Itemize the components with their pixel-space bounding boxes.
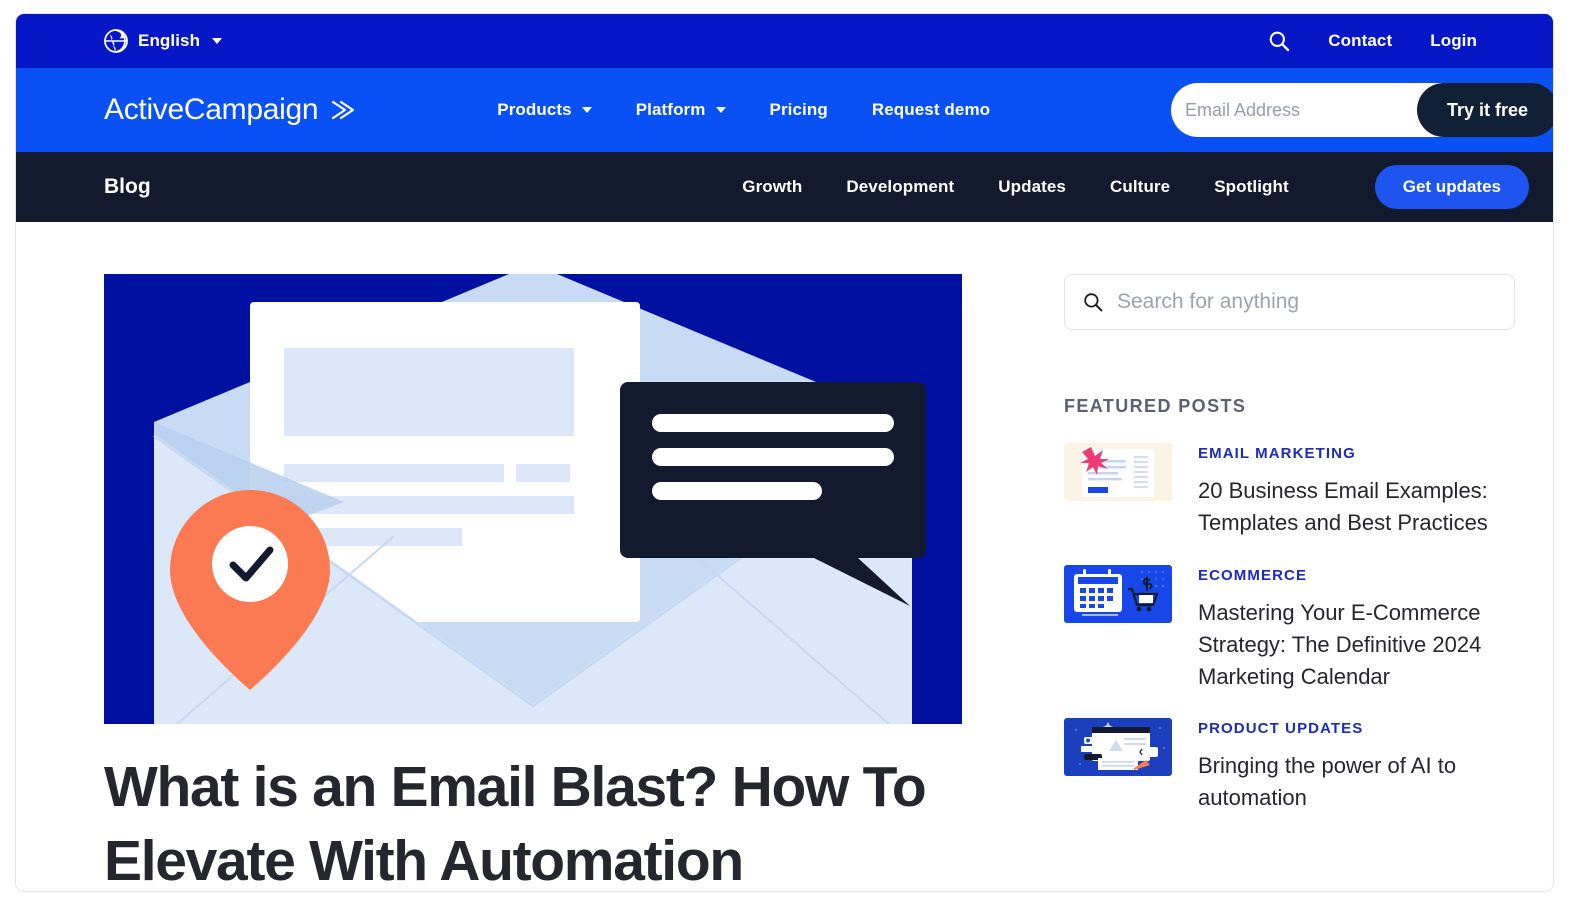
search-icon xyxy=(1084,293,1103,312)
post-headline: Bringing the power of AI to automation xyxy=(1198,753,1457,811)
activecampaign-logo[interactable]: ActiveCampaign xyxy=(104,93,355,127)
post-meta: PRODUCT UPDATES Bringing the power of AI… xyxy=(1198,718,1515,814)
blog-nav-item-development[interactable]: Development xyxy=(846,177,954,197)
utility-link-login[interactable]: Login xyxy=(1430,31,1477,51)
post-meta: ECOMMERCE Mastering Your E-Commerce Stra… xyxy=(1198,565,1515,693)
search-input[interactable] xyxy=(1117,290,1496,314)
sidebar: FEATURED POSTS xyxy=(962,274,1515,891)
list-item[interactable]: PRODUCT UPDATES Bringing the power of AI… xyxy=(1064,718,1515,814)
blog-nav-links: Growth Development Updates Culture Spotl… xyxy=(742,165,1529,209)
post-headline: 20 Business Email Examples: Templates an… xyxy=(1198,478,1488,535)
nav-item-label: Pricing xyxy=(769,100,828,119)
post-category: ECOMMERCE xyxy=(1198,566,1308,584)
primary-nav-links: Products Platform Pricing Request demo xyxy=(497,100,990,120)
language-selector[interactable]: English xyxy=(104,29,223,53)
page-title: What is an Email Blast? How To Elevate W… xyxy=(104,755,927,891)
email-envelope-illustration xyxy=(104,274,962,724)
post-meta: EMAIL MARKETING 20 Business Email Exampl… xyxy=(1198,443,1515,539)
nav-item-label: Request demo xyxy=(871,100,991,119)
chevron-down-icon xyxy=(715,107,726,113)
blog-nav-item-spotlight[interactable]: Spotlight xyxy=(1214,177,1289,197)
try-it-free-button[interactable]: Try it free xyxy=(1417,83,1553,137)
nav-item-label: Products xyxy=(497,100,572,119)
blog-nav-item-growth[interactable]: Growth xyxy=(742,177,802,197)
chevron-down-icon xyxy=(581,107,592,113)
blog-home-link[interactable]: Blog xyxy=(104,175,151,199)
blog-nav-item-culture[interactable]: Culture xyxy=(1110,177,1170,197)
nav-item-products[interactable]: Products xyxy=(497,100,592,120)
post-thumbnail xyxy=(1064,564,1172,623)
page-content: What is an Email Blast? How To Elevate W… xyxy=(16,222,1553,891)
nav-item-label: Platform xyxy=(635,100,706,119)
search-icon[interactable] xyxy=(1268,30,1290,52)
signup-form: Try it free xyxy=(1171,83,1553,137)
blog-nav-item-updates[interactable]: Updates xyxy=(998,177,1066,197)
post-headline: Mastering Your E-Commerce Strategy: The … xyxy=(1198,599,1482,689)
sidebar-search[interactable] xyxy=(1064,274,1515,330)
email-field[interactable] xyxy=(1185,99,1417,121)
globe-icon xyxy=(104,29,128,53)
logo-wordmark: ActiveCampaign xyxy=(104,93,319,126)
blog-navigation: Blog Growth Development Updates Culture … xyxy=(16,152,1553,222)
nav-item-request-demo[interactable]: Request demo xyxy=(872,100,990,120)
get-updates-button[interactable]: Get updates xyxy=(1374,165,1529,209)
chevron-double-right-icon xyxy=(332,100,355,120)
article-column: What is an Email Blast? How To Elevate W… xyxy=(104,274,962,891)
post-category: PRODUCT UPDATES xyxy=(1198,720,1364,738)
ecommerce-calendar-cart-icon xyxy=(1064,564,1172,623)
post-thumbnail xyxy=(1064,443,1172,501)
chevron-down-icon xyxy=(212,38,223,44)
post-category: EMAIL MARKETING xyxy=(1198,445,1356,462)
nav-item-pricing[interactable]: Pricing xyxy=(770,100,828,120)
featured-posts-heading: FEATURED POSTS xyxy=(1064,396,1247,416)
list-item[interactable]: EMAIL MARKETING 20 Business Email Exampl… xyxy=(1064,443,1515,539)
post-thumbnail xyxy=(1064,718,1172,777)
utility-bar-right: Contact Login xyxy=(1268,30,1477,52)
list-item[interactable]: ECOMMERCE Mastering Your E-Commerce Stra… xyxy=(1064,564,1515,693)
nav-item-platform[interactable]: Platform xyxy=(636,100,726,120)
language-label: English xyxy=(138,31,201,50)
page-frame: English Contact Login ActiveCampaign Pro… xyxy=(16,14,1553,891)
primary-navigation: ActiveCampaign Products Platform Pricing… xyxy=(16,68,1553,152)
article-hero-illustration xyxy=(104,274,962,724)
ai-automation-dashboard-icon xyxy=(1064,718,1172,777)
utility-bar: English Contact Login xyxy=(16,14,1553,68)
utility-link-contact[interactable]: Contact xyxy=(1328,31,1392,51)
email-template-starburst-icon xyxy=(1064,443,1172,501)
